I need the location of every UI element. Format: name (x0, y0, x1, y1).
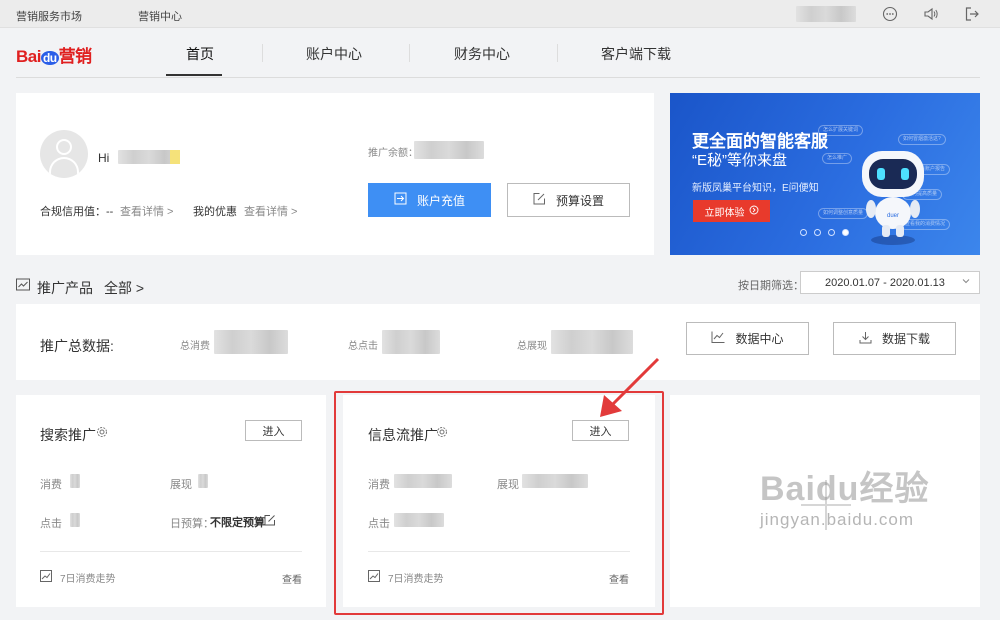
discount-label: 我的优惠 (193, 206, 237, 218)
recharge-icon (394, 192, 407, 208)
search-view-link[interactable]: 查看 (282, 571, 302, 586)
promo-banner[interactable]: 怎么扩展关键词 如何冒烟激活这? 怎么推广 查看账户报告 如何提高质量 如何调整… (670, 93, 980, 255)
date-filter-label: 按日期筛选： (738, 280, 804, 292)
greeting: Hi (98, 151, 110, 165)
search-promo-enter-button[interactable]: 进入 (245, 420, 302, 441)
edit-icon (533, 192, 546, 208)
nav-divider (409, 44, 410, 62)
search-trend-label: 7日消费走势 (60, 574, 116, 585)
search-spend-label: 消费 (40, 479, 62, 491)
recharge-button[interactable]: 账户充值 (368, 183, 491, 217)
daily-budget-value: 不限定预算 (210, 517, 265, 529)
try-now-button[interactable]: 立即体验 (693, 200, 770, 222)
nav-divider (262, 44, 263, 62)
tab-account-center[interactable]: 账户中心 (306, 44, 362, 64)
arrow-circle-icon (749, 205, 759, 218)
top-bar: 营销服务市场 营销中心 (0, 0, 1000, 28)
watermark: Baidu经验 jingyan.baidu.com (760, 470, 929, 530)
credit-details-link[interactable]: 查看详情 > (120, 203, 173, 219)
banner-bubble: 如何冒烟激活这? (898, 134, 946, 145)
banner-description: 新版凤巢平台知识，E问便知 (692, 183, 819, 194)
speaker-icon[interactable] (923, 6, 939, 22)
carousel-dot[interactable] (814, 229, 821, 236)
carousel-dot[interactable] (800, 229, 807, 236)
search-impressions-label: 展现 (170, 479, 192, 491)
robot-mascot-icon: duer (862, 151, 924, 245)
total-clicks-label: 总点击 (348, 341, 378, 352)
download-icon (859, 331, 872, 347)
main-nav: Bai du 营销 首页 账户中心 财务中心 客户端下载 (0, 28, 1000, 78)
chevron-down-icon (961, 276, 971, 289)
gear-icon[interactable] (96, 426, 108, 441)
edit-budget-icon[interactable] (264, 514, 276, 529)
search-promo-title: 搜索推广 (40, 427, 96, 443)
top-link-market[interactable]: 营销服务市场 (16, 8, 82, 24)
total-spend-value-redacted (214, 330, 288, 354)
top-link-center[interactable]: 营销中心 (138, 8, 182, 24)
total-impressions-label: 总展现 (517, 341, 547, 352)
username-redacted-tag (170, 150, 180, 164)
discount-details-link[interactable]: 查看详情 > (244, 203, 297, 219)
search-card-divider (40, 551, 302, 552)
logout-icon[interactable] (964, 6, 980, 22)
summary-title: 推广总数据: (40, 338, 114, 354)
watermark-url: jingyan.baidu.com (760, 510, 915, 529)
carousel-dot[interactable] (828, 229, 835, 236)
tab-client-download[interactable]: 客户端下载 (601, 44, 671, 64)
banner-subtitle: “E秘”等你来盘 (692, 152, 787, 169)
search-impressions-value-redacted (198, 474, 208, 488)
avatar[interactable] (40, 130, 88, 178)
daily-budget-label: 日预算： (170, 518, 214, 530)
watermark-brand: Baidu经验 (760, 470, 930, 508)
nav-divider (557, 44, 558, 62)
annotation-arrow-icon (600, 357, 660, 417)
more-icon[interactable] (882, 6, 898, 22)
baidu-marketing-logo[interactable]: Bai du 营销 (16, 42, 92, 67)
total-clicks-value-redacted (382, 330, 440, 354)
balance-label: 推广余额： (368, 148, 418, 159)
data-download-button[interactable]: 数据下载 (833, 322, 956, 355)
total-spend-label: 总消费 (180, 341, 210, 352)
search-clicks-label: 点击 (40, 518, 62, 530)
active-tab-indicator (166, 74, 222, 76)
data-center-button[interactable]: 数据中心 (686, 322, 809, 355)
tab-home[interactable]: 首页 (186, 44, 214, 64)
date-range-select[interactable]: 2020.01.07 - 2020.01.13 (800, 271, 980, 294)
balance-value-redacted (414, 141, 484, 159)
search-clicks-value-redacted (70, 513, 80, 527)
nav-divider-line (16, 77, 980, 78)
total-impressions-value-redacted (551, 330, 633, 354)
tab-finance-center[interactable]: 财务中心 (454, 44, 510, 64)
banner-bubble: 怎么推广 (822, 153, 853, 164)
chart-icon (16, 278, 30, 295)
profile-card (16, 93, 654, 255)
credit-score-label: 合规信用值：-- (40, 206, 114, 218)
carousel-dot-active[interactable] (842, 229, 849, 236)
budget-settings-button[interactable]: 预算设置 (507, 183, 630, 217)
trend-chart-icon (40, 570, 52, 585)
search-spend-value-redacted (70, 474, 80, 488)
svg-text:duer: duer (887, 213, 899, 219)
line-chart-icon (711, 331, 725, 346)
all-products-link[interactable]: 全部 > (104, 278, 144, 298)
username-redacted (796, 6, 856, 22)
products-title: 推广产品 (37, 280, 93, 296)
